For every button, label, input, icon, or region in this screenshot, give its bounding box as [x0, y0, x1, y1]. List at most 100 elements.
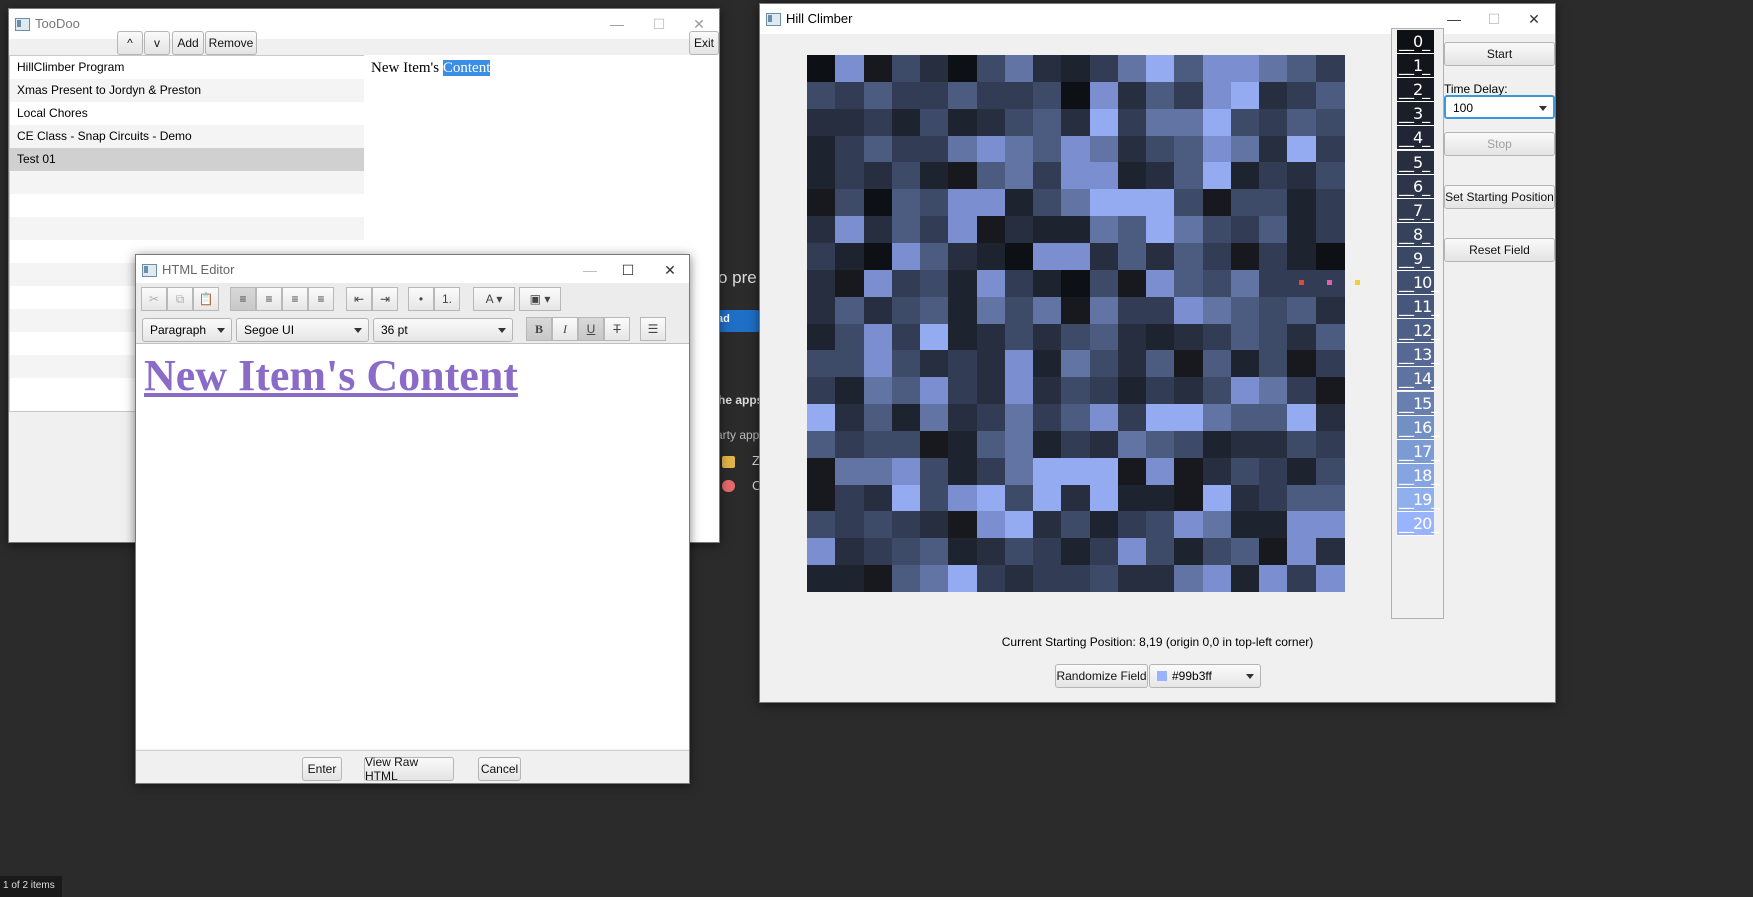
terrain-cell[interactable] — [891, 216, 921, 244]
terrain-cell[interactable] — [835, 457, 865, 485]
terrain-cell[interactable] — [1033, 565, 1063, 593]
terrain-cell[interactable] — [1202, 189, 1232, 217]
terrain-cell[interactable] — [835, 216, 865, 244]
terrain-cell[interactable] — [948, 189, 978, 217]
terrain-cell[interactable] — [1033, 430, 1063, 458]
terrain-cell[interactable] — [1287, 81, 1317, 109]
terrain-cell[interactable] — [948, 538, 978, 566]
terrain-cell[interactable] — [1089, 377, 1119, 405]
terrain-cell[interactable] — [1004, 457, 1034, 485]
terrain-cell[interactable] — [1089, 55, 1119, 82]
terrain-cell[interactable] — [1259, 189, 1289, 217]
terrain-cell[interactable] — [1033, 538, 1063, 566]
move-down-button[interactable]: v — [144, 31, 170, 55]
terrain-cell[interactable] — [863, 323, 893, 351]
terrain-cell[interactable] — [1174, 189, 1204, 217]
terrain-cell[interactable] — [1230, 350, 1260, 378]
terrain-cell[interactable] — [1315, 242, 1345, 270]
terrain-cell[interactable] — [1146, 189, 1176, 217]
terrain-cell[interactable] — [1174, 242, 1204, 270]
terrain-cell[interactable] — [948, 323, 978, 351]
terrain-cell[interactable] — [1033, 269, 1063, 297]
terrain-cell[interactable] — [1202, 350, 1232, 378]
terrain-cell[interactable] — [1061, 162, 1091, 190]
align-left-icon[interactable]: ≡ — [230, 287, 256, 311]
terrain-cell[interactable] — [1004, 511, 1034, 539]
terrain-cell[interactable] — [1004, 296, 1034, 324]
terrain-cell[interactable] — [1287, 404, 1317, 432]
terrain-cell[interactable] — [1315, 350, 1345, 378]
terrain-cell[interactable] — [1117, 189, 1147, 217]
strikethrough-icon[interactable]: T — [604, 317, 630, 341]
terrain-cell[interactable] — [1033, 242, 1063, 270]
terrain-cell[interactable] — [1146, 350, 1176, 378]
terrain-cell[interactable] — [1174, 269, 1204, 297]
terrain-cell[interactable] — [920, 108, 950, 136]
terrain-cell[interactable] — [976, 189, 1006, 217]
terrain-cell[interactable] — [1259, 484, 1289, 512]
terrain-cell[interactable] — [1174, 484, 1204, 512]
terrain-cell[interactable] — [807, 323, 836, 351]
terrain-cell[interactable] — [976, 565, 1006, 593]
terrain-cell[interactable] — [1146, 457, 1176, 485]
terrain-cell[interactable] — [1033, 162, 1063, 190]
terrain-cell[interactable] — [1202, 135, 1232, 163]
terrain-cell[interactable] — [1146, 430, 1176, 458]
cut-icon[interactable]: ✂ — [141, 287, 167, 311]
terrain-cell[interactable] — [1033, 404, 1063, 432]
terrain-cell[interactable] — [1230, 565, 1260, 593]
terrain-cell[interactable] — [1202, 430, 1232, 458]
terrain-cell[interactable] — [1089, 242, 1119, 270]
terrain-cell[interactable] — [1202, 404, 1232, 432]
terrain-cell[interactable] — [1174, 135, 1204, 163]
terrain-cell[interactable] — [891, 296, 921, 324]
terrain-cell[interactable] — [1230, 484, 1260, 512]
terrain-cell[interactable] — [835, 565, 865, 593]
terrain-cell[interactable] — [1202, 377, 1232, 405]
list-item[interactable]: Test 01 — [10, 148, 364, 171]
terrain-cell[interactable] — [1117, 162, 1147, 190]
terrain-cell[interactable] — [1061, 377, 1091, 405]
terrain-cell[interactable] — [835, 377, 865, 405]
terrain-cell[interactable] — [1061, 135, 1091, 163]
terrain-cell[interactable] — [835, 404, 865, 432]
terrain-cell[interactable] — [1061, 81, 1091, 109]
terrain-cell[interactable] — [891, 242, 921, 270]
font-select[interactable]: Segoe UI — [236, 318, 369, 342]
terrain-cell[interactable] — [835, 162, 865, 190]
terrain-cell[interactable] — [1089, 404, 1119, 432]
terrain-cell[interactable] — [1033, 296, 1063, 324]
terrain-cell[interactable] — [891, 350, 921, 378]
terrain-cell[interactable] — [1146, 511, 1176, 539]
terrain-cell[interactable] — [1202, 565, 1232, 593]
terrain-cell[interactable] — [835, 511, 865, 539]
terrain-cell[interactable] — [1004, 269, 1034, 297]
terrain-cell[interactable] — [1202, 323, 1232, 351]
terrain-cell[interactable] — [976, 81, 1006, 109]
bullet-list-icon[interactable]: • — [408, 287, 434, 311]
terrain-cell[interactable] — [863, 108, 893, 136]
terrain-cell[interactable] — [1287, 457, 1317, 485]
terrain-cell[interactable] — [1146, 135, 1176, 163]
terrain-cell[interactable] — [920, 430, 950, 458]
terrain-cell[interactable] — [1061, 296, 1091, 324]
terrain-cell[interactable] — [807, 216, 836, 244]
terrain-cell[interactable] — [1259, 216, 1289, 244]
terrain-cell[interactable] — [1061, 484, 1091, 512]
terrain-cell[interactable] — [1259, 457, 1289, 485]
terrain-cell[interactable] — [1259, 269, 1289, 297]
terrain-cell[interactable] — [1004, 55, 1034, 82]
terrain-cell[interactable] — [1315, 135, 1345, 163]
terrain-cell[interactable] — [1117, 457, 1147, 485]
terrain-cell[interactable] — [891, 135, 921, 163]
terrain-cell[interactable] — [835, 269, 865, 297]
terrain-cell[interactable] — [1117, 350, 1147, 378]
terrain-cell[interactable] — [1287, 55, 1317, 82]
terrain-cell[interactable] — [1004, 162, 1034, 190]
move-up-button[interactable]: ^ — [117, 31, 143, 55]
terrain-cell[interactable] — [1315, 162, 1345, 190]
terrain-cell[interactable] — [1174, 81, 1204, 109]
terrain-cell[interactable] — [807, 296, 836, 324]
terrain-cell[interactable] — [891, 81, 921, 109]
close-icon[interactable]: ✕ — [648, 255, 689, 285]
